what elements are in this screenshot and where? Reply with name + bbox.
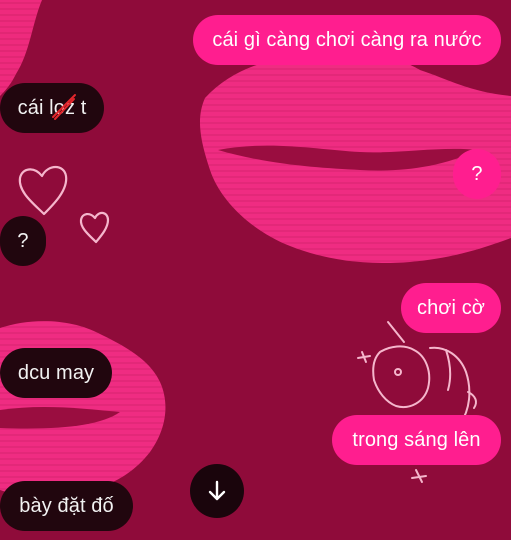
outgoing-message-bubble[interactable]: cái gì càng chơi càng ra nước	[193, 15, 501, 65]
scribbled-letter: o	[51, 93, 76, 120]
message-text: trong sáng lên	[352, 428, 481, 451]
message-text: ?	[471, 162, 483, 185]
message-text: cái lo z t	[17, 93, 87, 120]
incoming-message-bubble[interactable]: cái lo z t	[0, 83, 104, 133]
lips-top-left-decoration	[0, 0, 42, 96]
message-text: chơi cờ	[416, 296, 486, 319]
incoming-message-bubble[interactable]: bày đặt đố	[0, 481, 133, 531]
outgoing-message-bubble[interactable]: chơi cờ	[401, 283, 501, 333]
message-text: dcu may	[17, 361, 95, 384]
message-text: ?	[17, 229, 29, 252]
outgoing-message-bubble[interactable]: trong sáng lên	[332, 415, 501, 465]
scroll-to-bottom-button[interactable]	[190, 464, 244, 518]
message-text: cái gì càng chơi càng ra nước	[212, 28, 482, 51]
incoming-message-bubble[interactable]: dcu may	[0, 348, 112, 398]
outgoing-message-bubble[interactable]: ?	[453, 149, 501, 199]
lips-large-decoration	[199, 27, 511, 264]
message-text: bày đặt đố	[19, 494, 114, 517]
incoming-message-bubble[interactable]: ?	[0, 216, 46, 266]
chat-thread[interactable]: cái gì càng chơi càng ra nước cái lo z t …	[0, 0, 511, 540]
arrow-down-icon	[208, 480, 226, 501]
